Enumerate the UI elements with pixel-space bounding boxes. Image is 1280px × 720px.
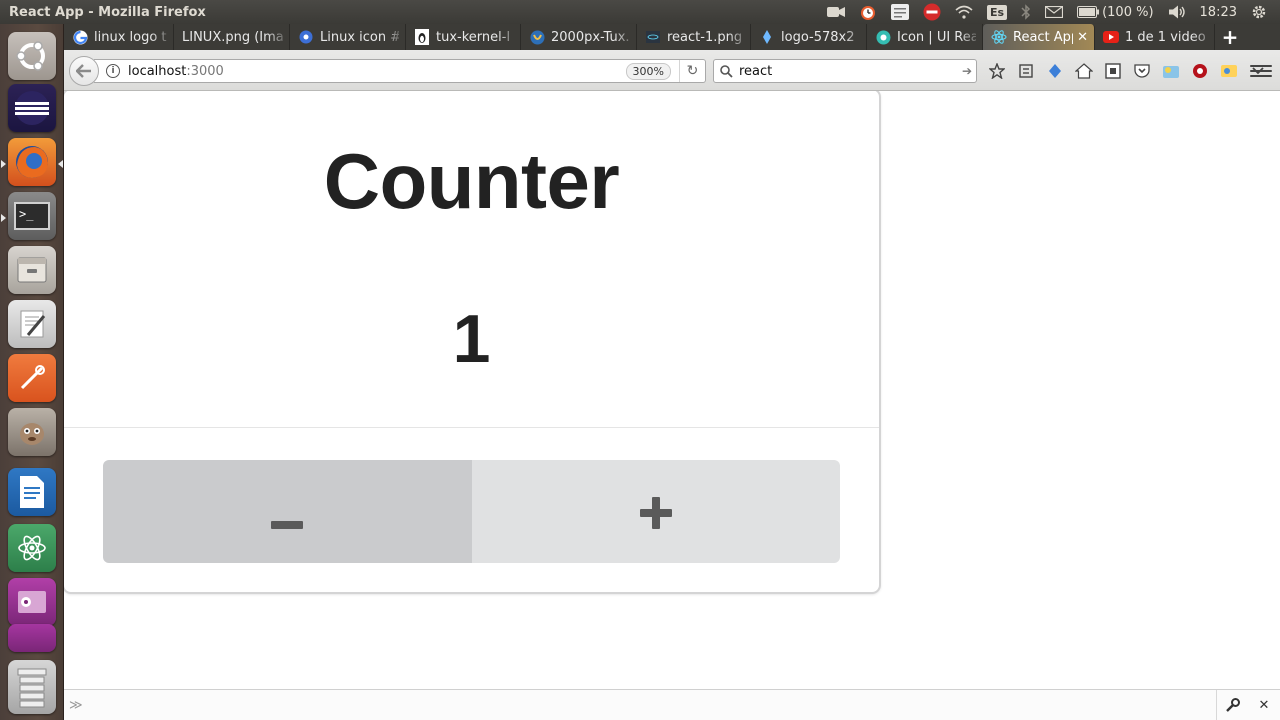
color-picker-icon[interactable]	[1214, 59, 1243, 83]
image-icon	[414, 29, 430, 45]
wifi-icon[interactable]	[948, 0, 980, 24]
extension-icon[interactable]	[1156, 59, 1185, 83]
tab-linux-logo[interactable]: linux logo t	[64, 24, 174, 50]
power-gear-icon[interactable]	[1244, 0, 1274, 24]
tab-label: React App	[1013, 29, 1074, 45]
screenshot-icon[interactable]	[1098, 59, 1127, 83]
sync-icon[interactable]	[1040, 59, 1069, 83]
mail-icon[interactable]	[1038, 0, 1070, 24]
tab-react-1-png[interactable]: react-1.png	[637, 24, 751, 50]
tab-tux-kernel[interactable]: tux-kernel-l	[406, 24, 521, 50]
bookmarks-list-icon[interactable]	[1011, 59, 1040, 83]
ublock-icon[interactable]	[1185, 59, 1214, 83]
alarm-clock-icon[interactable]	[852, 0, 884, 24]
battery-indicator[interactable]: (100 %)	[1070, 0, 1160, 24]
bookmark-star-icon[interactable]	[982, 59, 1011, 83]
counter-value: 1	[452, 301, 491, 377]
battery-level: (100 %)	[1102, 4, 1154, 20]
files-icon[interactable]	[8, 246, 56, 294]
wrench-icon[interactable]	[1216, 689, 1248, 720]
tab-icon-ui-react[interactable]: Icon | UI Rea	[867, 24, 983, 50]
keyboard-layout-indicator[interactable]: Es	[980, 0, 1014, 24]
double-chevron-icon[interactable]: ≫	[69, 698, 83, 713]
page-content: Counter 1	[64, 91, 1280, 689]
counter-card: Counter 1	[64, 91, 880, 593]
camera-icon[interactable]	[820, 0, 852, 24]
gimp-icon[interactable]	[8, 408, 56, 456]
minus-icon	[271, 483, 304, 541]
atom-icon[interactable]	[8, 524, 56, 572]
tab-react-app[interactable]: React App ✕	[983, 24, 1095, 50]
developer-toolbar: ≫ ✕	[64, 689, 1280, 720]
trash-icon[interactable]	[8, 660, 56, 714]
workspace-icon[interactable]	[8, 624, 56, 652]
pocket-icon[interactable]	[1127, 59, 1156, 83]
gitkraken-icon[interactable]	[8, 354, 56, 402]
plus-icon	[639, 483, 672, 541]
bluetooth-icon[interactable]	[1014, 0, 1038, 24]
counter-button-group	[103, 460, 840, 563]
react-icon	[991, 29, 1007, 45]
libreoffice-writer-icon[interactable]	[8, 468, 56, 516]
terminal-icon[interactable]: >_	[8, 192, 56, 240]
search-input[interactable]	[739, 63, 939, 79]
youtube-icon	[1103, 29, 1119, 45]
search-bar[interactable]: ➔	[713, 59, 977, 83]
tab-linux-png[interactable]: LINUX.png (Ima	[174, 24, 290, 50]
site-icon	[298, 29, 314, 45]
toolbar-icons	[982, 59, 1272, 83]
new-tab-button[interactable]: +	[1215, 24, 1245, 50]
developer-tools: ✕	[1216, 689, 1280, 720]
zoom-indicator[interactable]: 300%	[625, 62, 671, 80]
unity-launcher: >_	[0, 24, 64, 720]
close-icon[interactable]: ✕	[1248, 690, 1280, 720]
home-icon[interactable]	[1069, 59, 1098, 83]
search-icon	[720, 64, 733, 78]
keyboard-layout-label: Es	[987, 4, 1008, 20]
firefox-icon[interactable]	[8, 138, 56, 186]
close-tab-icon[interactable]: ✕	[1077, 30, 1088, 45]
ubuntu-dash-icon[interactable]	[8, 32, 56, 80]
url-host: localhost	[128, 63, 187, 79]
notes-icon[interactable]	[884, 0, 916, 24]
navigation-bar: i localhost:3000 300% ↻ ➔	[64, 50, 1280, 91]
hamburger-menu-icon[interactable]	[1250, 60, 1272, 82]
info-icon[interactable]: i	[106, 64, 120, 78]
system-indicators: Es (100 %) 18:23	[820, 0, 1280, 24]
top-panel: React App - Mozilla Firefox Es (100 %) 1…	[0, 0, 1280, 24]
tab-2000px-tux[interactable]: 2000px-Tux.	[521, 24, 637, 50]
back-button[interactable]	[69, 56, 99, 86]
decrement-button[interactable]	[103, 460, 472, 563]
tab-bar: linux logo t LINUX.png (Ima Linux icon #…	[64, 24, 1280, 50]
window-title: React App - Mozilla Firefox	[9, 4, 206, 20]
image-icon	[645, 29, 661, 45]
battery-icon	[1077, 6, 1100, 18]
url-bar[interactable]: i localhost:3000 300% ↻	[94, 59, 706, 83]
tab-youtube-video[interactable]: 1 de 1 video	[1095, 24, 1215, 50]
clock[interactable]: 18:23	[1193, 0, 1244, 24]
google-icon	[72, 29, 88, 45]
volume-icon[interactable]	[1161, 0, 1193, 24]
increment-button[interactable]	[471, 460, 840, 563]
reload-icon[interactable]: ↻	[679, 60, 705, 82]
card-header: Counter 1	[64, 91, 879, 428]
plus-icon: +	[1221, 25, 1239, 49]
url-port: :3000	[186, 63, 224, 79]
page-title: Counter	[323, 137, 620, 225]
search-go-icon[interactable]: ➔	[962, 64, 972, 78]
do-not-disturb-icon[interactable]	[916, 0, 948, 24]
url-text[interactable]: localhost:3000	[128, 64, 224, 79]
arrow-left-icon	[76, 64, 91, 78]
semantic-icon	[875, 29, 891, 45]
site-icon	[759, 29, 775, 45]
tab-linux-icon[interactable]: Linux icon #	[290, 24, 406, 50]
eclipse-icon[interactable]	[8, 84, 56, 132]
text-editor-icon[interactable]	[8, 300, 56, 348]
tab-logo-578[interactable]: logo-578x2	[751, 24, 867, 50]
wiki-icon	[529, 29, 545, 45]
workspace-switcher-icon[interactable]	[8, 578, 56, 626]
